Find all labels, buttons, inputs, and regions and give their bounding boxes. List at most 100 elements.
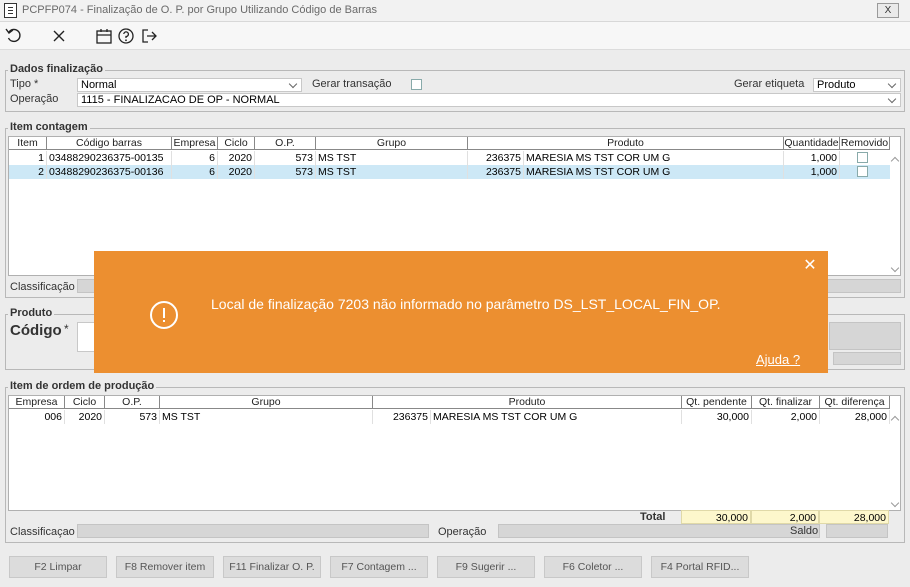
window-title: PCPFP074 - Finalização de O. P. por Grup… (22, 4, 378, 16)
saldo-field (826, 524, 888, 538)
tipo-select[interactable]: Normal (77, 78, 302, 92)
codigo-required-mark: * (64, 322, 69, 336)
cell-qt-diferenca: 28,000 (820, 410, 890, 424)
scroll-up-icon[interactable] (891, 414, 899, 422)
cell-produto-codigo: 236375 (468, 151, 524, 165)
cell-grupo: MS TST (316, 151, 468, 165)
col-header-codigo-barras[interactable]: Código barras (47, 137, 172, 150)
notification-close-icon[interactable]: ✕ (801, 257, 819, 275)
col-header-qt-finalizar[interactable]: Qt. finalizar (752, 396, 820, 409)
col-header-produto[interactable]: Produto (373, 396, 682, 409)
cell-empresa: 6 (172, 151, 218, 165)
gerar-transacao-checkbox[interactable] (411, 79, 422, 90)
codigo-label: Código (10, 322, 62, 339)
produto-legend: Produto (8, 307, 55, 319)
gerar-etiqueta-select[interactable]: Produto (813, 78, 901, 92)
cell-empresa: 6 (172, 165, 218, 179)
cell-codigo-barras: 03488290236375-00136 (47, 165, 172, 179)
calendar-icon[interactable] (94, 26, 114, 46)
dados-finalizacao-legend: Dados finalização (8, 63, 105, 75)
sugerir-button[interactable]: F9 Sugerir ... (437, 556, 535, 578)
cell-op: 573 (105, 410, 160, 424)
item-contagem-legend: Item contagem (8, 121, 90, 133)
total-qt-finalizar: 2,000 (751, 510, 819, 524)
col-header-item[interactable]: Item (9, 137, 47, 150)
col-header-quantidade[interactable]: Quantidade (784, 137, 840, 150)
contagem-button[interactable]: F7 Contagem ... (330, 556, 428, 578)
operacao-select[interactable]: 1115 - FINALIZACAO DE OP - NORMAL (77, 93, 901, 107)
tipo-label: Tipo * (10, 78, 39, 90)
notification-message: Local de finalização 7203 não informado … (211, 296, 721, 312)
cell-ciclo: 2020 (218, 151, 255, 165)
cell-item: 2 (9, 165, 47, 179)
cell-empresa: 006 (9, 410, 65, 424)
alert-icon (150, 301, 178, 329)
cell-item: 1 (9, 151, 47, 165)
col-header-qt-diferenca[interactable]: Qt. diferença (820, 396, 890, 409)
operacao-label: Operação (10, 93, 59, 105)
classificacao-label: Classificação (10, 281, 75, 293)
close-icon[interactable] (49, 26, 69, 46)
cell-produto-codigo: 236375 (468, 165, 524, 179)
cell-produto-codigo: 236375 (373, 410, 431, 424)
col-header-removido[interactable]: Removido (840, 137, 890, 150)
portal-rfid-button[interactable]: F4 Portal RFID... (651, 556, 749, 578)
col-header-empresa[interactable]: Empresa (9, 396, 65, 409)
cell-quantidade: 1,000 (784, 165, 840, 179)
cell-grupo: MS TST (160, 410, 373, 424)
cell-qt-pendente: 30,000 (682, 410, 752, 424)
col-header-produto[interactable]: Produto (468, 137, 784, 150)
cell-produto-descricao: MARESIA MS TST COR UM G (524, 165, 784, 179)
col-header-ciclo[interactable]: Ciclo (218, 137, 255, 150)
cell-ciclo: 2020 (65, 410, 105, 424)
cell-codigo-barras: 03488290236375-00135 (47, 151, 172, 165)
gerar-etiqueta-label: Gerar etiqueta (734, 78, 805, 90)
operacao-op-label: Operação (438, 526, 487, 538)
cell-op: 573 (255, 151, 316, 165)
col-header-op[interactable]: O.P. (105, 396, 160, 409)
scroll-down-icon[interactable] (891, 265, 899, 273)
col-header-empresa[interactable]: Empresa (172, 137, 218, 150)
removido-checkbox[interactable] (857, 166, 868, 177)
finalizar-op-button[interactable]: F11 Finalizar O. P. (223, 556, 321, 578)
item-op-legend: Item de ordem de produção (8, 380, 157, 392)
remover-item-button[interactable]: F8 Remover item (116, 556, 214, 578)
classificacao-op-label: Classificaçao (10, 526, 75, 538)
removido-checkbox[interactable] (857, 152, 868, 163)
undo-icon[interactable] (4, 26, 24, 46)
error-notification: ✕ Local de finalização 7203 não informad… (94, 251, 828, 373)
col-header-ciclo[interactable]: Ciclo (65, 396, 105, 409)
exit-icon[interactable] (139, 26, 159, 46)
produto-side-field-2 (833, 352, 901, 365)
total-qt-diferenca: 28,000 (819, 510, 889, 524)
classificacao-op-field (77, 524, 429, 538)
cell-ciclo: 2020 (218, 165, 255, 179)
produto-side-field (829, 322, 901, 350)
col-header-op[interactable]: O.P. (255, 137, 316, 150)
col-header-qt-pendente[interactable]: Qt. pendente (682, 396, 752, 409)
cell-qt-finalizar: 2,000 (752, 410, 820, 424)
scroll-up-icon[interactable] (891, 155, 899, 163)
classificacao-extra-field (826, 279, 901, 293)
table-row-selected[interactable]: 2 03488290236375-00136 6 2020 573 MS TST… (9, 165, 890, 179)
limpar-button[interactable]: F2 Limpar (9, 556, 107, 578)
saldo-label: Saldo (790, 525, 819, 537)
coletor-button[interactable]: F6 Coletor ... (544, 556, 642, 578)
col-header-grupo[interactable]: Grupo (160, 396, 373, 409)
cell-produto-descricao: MARESIA MS TST COR UM G (524, 151, 784, 165)
cell-quantidade: 1,000 (784, 151, 840, 165)
table-row[interactable]: 1 03488290236375-00135 6 2020 573 MS TST… (9, 151, 890, 165)
total-label: Total (640, 511, 666, 523)
col-header-grupo[interactable]: Grupo (316, 137, 468, 150)
operacao-op-field (498, 524, 820, 538)
cell-produto-descricao: MARESIA MS TST COR UM G (431, 410, 682, 424)
toolbar (0, 22, 910, 50)
gerar-transacao-label: Gerar transação (312, 78, 392, 90)
table-row[interactable]: 006 2020 573 MS TST 236375 MARESIA MS TS… (9, 410, 890, 424)
window-close-button[interactable]: X (877, 3, 899, 18)
help-icon[interactable] (116, 26, 136, 46)
scroll-down-icon[interactable] (891, 500, 899, 508)
help-link[interactable]: Ajuda ? (756, 352, 800, 367)
document-icon (4, 3, 17, 18)
title-bar: PCPFP074 - Finalização de O. P. por Grup… (0, 0, 910, 22)
